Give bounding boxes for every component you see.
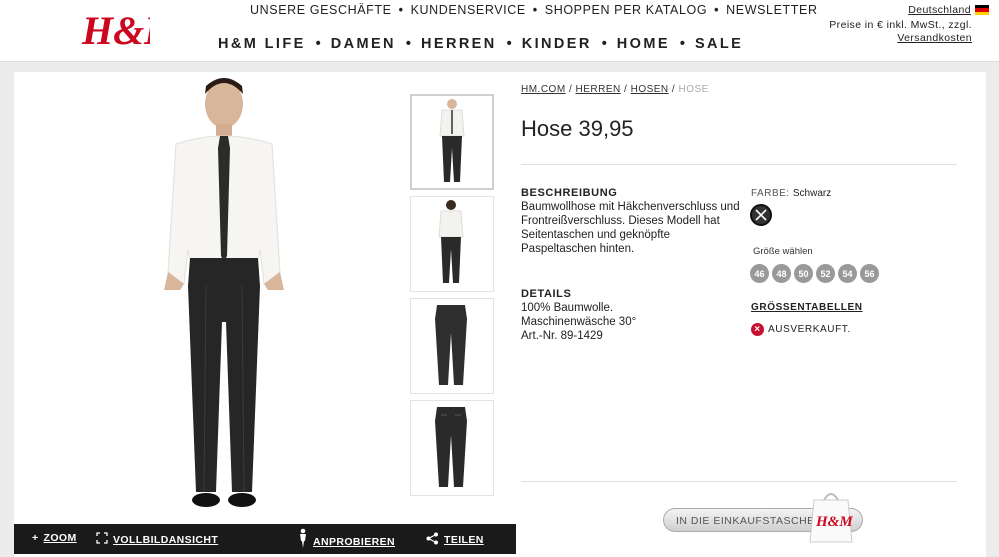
share-button[interactable]: TEILEN xyxy=(426,532,484,548)
size-option[interactable]: 56 xyxy=(860,264,879,283)
try-on-button[interactable]: ANPROBIEREN xyxy=(298,528,395,551)
plus-icon: + xyxy=(32,532,39,544)
breadcrumb-hm-com[interactable]: HM.COM xyxy=(521,84,566,95)
availability-status: × AUSVERKAUFT. xyxy=(751,323,851,336)
size-heading: Größe wählen xyxy=(753,246,813,257)
color-label: FARBE: Schwarz xyxy=(751,188,831,199)
hm-logo[interactable]: H&M xyxy=(80,2,181,54)
breadcrumb-current: HOSE xyxy=(678,84,709,95)
color-label-text: FARBE: xyxy=(751,188,790,199)
size-option[interactable]: 54 xyxy=(838,264,857,283)
size-selector: 46 48 50 52 54 56 xyxy=(750,264,882,283)
description-text: Baumwollhose mit Häkchenverschluss und F… xyxy=(521,201,740,255)
nav-separator: • xyxy=(714,3,720,17)
details-care: Maschinenwäsche 30° xyxy=(521,316,637,328)
site-header: H&M UNSERE GESCHÄFTE • KUNDENSERVICE • SHOPP… xyxy=(0,0,999,62)
fullscreen-icon xyxy=(96,532,108,547)
nav-kinder[interactable]: KINDER xyxy=(522,36,592,52)
country-selector[interactable]: Deutschland xyxy=(908,4,971,16)
details-list: 100% Baumwolle. Maschinenwäsche 30° Art.… xyxy=(521,301,741,343)
nav-separator: • xyxy=(405,36,411,52)
availability-text: AUSVERKAUFT. xyxy=(768,324,851,335)
link-stores[interactable]: UNSERE GESCHÄFTE xyxy=(250,3,392,17)
utility-nav: UNSERE GESCHÄFTE • KUNDENSERVICE • SHOPPEN P… xyxy=(250,3,818,17)
details-article-number: Art.-Nr. 89-1429 xyxy=(521,330,603,342)
color-value: Schwarz xyxy=(792,188,832,199)
details-material: 100% Baumwolle. xyxy=(521,302,614,314)
size-option[interactable]: 50 xyxy=(794,264,813,283)
divider xyxy=(521,481,957,482)
nav-separator: • xyxy=(315,36,321,52)
size-option[interactable]: 46 xyxy=(750,264,769,283)
product-name: Hose xyxy=(521,116,573,141)
size-table-link[interactable]: GRÖSSENTABELLEN xyxy=(751,302,863,313)
main-product-image[interactable] xyxy=(134,72,314,524)
divider xyxy=(521,164,957,165)
breadcrumb-hosen[interactable]: HOSEN xyxy=(631,84,669,95)
nav-separator: • xyxy=(398,3,404,17)
main-nav: H&M LIFE • DAMEN • HERREN • KINDER • HOME • SALE xyxy=(218,36,743,52)
link-catalog[interactable]: SHOPPEN PER KATALOG xyxy=(545,3,707,17)
size-option[interactable]: 48 xyxy=(772,264,791,283)
link-customer-service[interactable]: KUNDENSERVICE xyxy=(411,3,526,17)
nav-separator: • xyxy=(679,36,685,52)
thumbnail-trousers-front[interactable] xyxy=(410,298,494,394)
thumbnail-model-back[interactable] xyxy=(410,196,494,292)
nav-damen[interactable]: DAMEN xyxy=(331,36,396,52)
svg-text:H&M: H&M xyxy=(815,514,853,530)
shipping-costs-link[interactable]: Versandkosten xyxy=(829,32,972,45)
nav-home[interactable]: HOME xyxy=(617,36,670,52)
product-title: Hose 39,95 xyxy=(521,116,634,142)
color-swatch-black[interactable] xyxy=(750,204,772,226)
nav-separator: • xyxy=(506,36,512,52)
zoom-label: ZOOM xyxy=(43,532,77,544)
shopping-bag-icon[interactable]: H&M xyxy=(806,488,856,544)
price-note: Preise in € inkl. MwSt., zzgl. Versandko… xyxy=(829,19,972,45)
thumbnail-trousers-back[interactable] xyxy=(410,400,494,496)
nav-herren[interactable]: HERREN xyxy=(421,36,497,52)
size-option[interactable]: 52 xyxy=(816,264,835,283)
product-info: HM.COM / HERREN / HOSEN / HOSE Hose 39,9… xyxy=(520,72,986,557)
link-newsletter[interactable]: NEWSLETTER xyxy=(726,3,817,17)
nav-separator: • xyxy=(601,36,607,52)
breadcrumb: HM.COM / HERREN / HOSEN / HOSE xyxy=(521,84,709,95)
person-icon xyxy=(298,528,308,551)
product-price: 39,95 xyxy=(578,116,634,141)
sold-out-icon: × xyxy=(751,323,764,336)
breadcrumb-herren[interactable]: HERREN xyxy=(576,84,621,95)
description-heading: BESCHREIBUNG xyxy=(521,187,618,199)
nav-separator: • xyxy=(532,3,538,17)
svg-text:H&M: H&M xyxy=(81,8,150,53)
product-panel: + ZOOM VOLLBILDANSICHT ANPROBIEREN TEILE… xyxy=(14,72,986,557)
fullscreen-button[interactable]: VOLLBILDANSICHT xyxy=(96,532,218,547)
product-gallery: + ZOOM VOLLBILDANSICHT ANPROBIEREN TEILE… xyxy=(14,72,516,557)
gallery-toolbar: + ZOOM VOLLBILDANSICHT ANPROBIEREN TEILE… xyxy=(14,524,516,554)
thumbnail-model-front[interactable] xyxy=(410,94,494,190)
nav-hm-life[interactable]: H&M LIFE xyxy=(218,36,306,52)
unavailable-cross-icon xyxy=(755,209,767,221)
try-on-label: ANPROBIEREN xyxy=(313,535,395,548)
fullscreen-label: VOLLBILDANSICHT xyxy=(113,533,219,546)
add-to-cart-label: IN DIE EINKAUFSTASCHE xyxy=(676,515,815,527)
details-heading: DETAILS xyxy=(521,288,572,300)
share-label: TEILEN xyxy=(444,534,484,546)
german-flag-icon[interactable] xyxy=(975,5,989,15)
zoom-button[interactable]: + ZOOM xyxy=(32,532,77,544)
price-note-text: Preise in € inkl. MwSt., zzgl. xyxy=(829,19,972,31)
share-icon xyxy=(426,532,439,548)
nav-sale[interactable]: SALE xyxy=(695,36,743,52)
